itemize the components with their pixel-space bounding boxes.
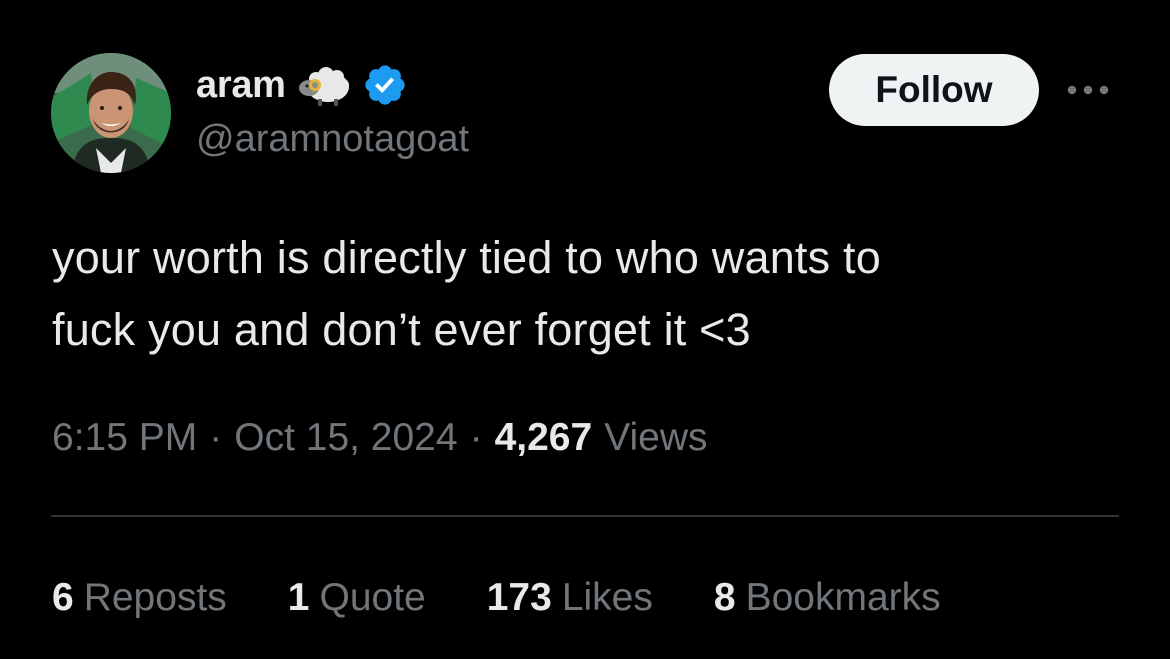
ram-icon [296, 63, 352, 107]
views-count: 4,267 [494, 416, 593, 459]
views-label: Views [604, 416, 708, 459]
likes-label: Likes [561, 576, 653, 619]
verified-badge-icon[interactable] [362, 62, 408, 108]
author-name-row: aram [196, 58, 408, 112]
likes-stat[interactable]: 173 Likes [487, 576, 653, 620]
bookmarks-count: 8 [713, 576, 736, 619]
author-handle[interactable]: @aramnotagoat [196, 118, 469, 161]
divider [51, 515, 1119, 517]
author-display-name[interactable]: aram [196, 64, 286, 107]
follow-button[interactable]: Follow [829, 54, 1039, 126]
quotes-label: Quote [319, 576, 426, 619]
meta-separator: · [209, 416, 223, 459]
tweet-time[interactable]: 6:15 PM [52, 416, 197, 460]
tweet-card: aram @aramnotagoat Follow your worth is … [0, 0, 1170, 659]
reposts-count: 6 [52, 576, 74, 619]
tweet-text-line: your worth is directly tied to who wants… [52, 232, 881, 283]
quotes-count: 1 [287, 576, 310, 619]
engagement-stats: 6 Reposts 1 Quote 173 Likes 8 Bookmarks [52, 570, 941, 626]
reposts-label: Reposts [83, 576, 227, 619]
bookmarks-label: Bookmarks [745, 576, 941, 619]
reposts-stat[interactable]: 6 Reposts [52, 576, 227, 620]
quotes-stat[interactable]: 1 Quote [288, 576, 426, 620]
bookmarks-stat[interactable]: 8 Bookmarks [714, 576, 941, 620]
more-horizontal-icon [1067, 85, 1109, 95]
likes-count: 173 [486, 576, 552, 619]
more-options-button[interactable] [1063, 72, 1113, 108]
avatar-image [51, 53, 171, 173]
tweet-meta: 6:15 PM · Oct 15, 2024 · 4,267 Views [52, 410, 708, 466]
tweet-date[interactable]: Oct 15, 2024 [234, 416, 457, 460]
tweet-text: your worth is directly tied to who wants… [52, 222, 1132, 366]
avatar[interactable] [51, 53, 171, 173]
tweet-text-line: fuck you and don’t ever forget it <3 [52, 304, 751, 355]
meta-separator: · [469, 416, 483, 459]
